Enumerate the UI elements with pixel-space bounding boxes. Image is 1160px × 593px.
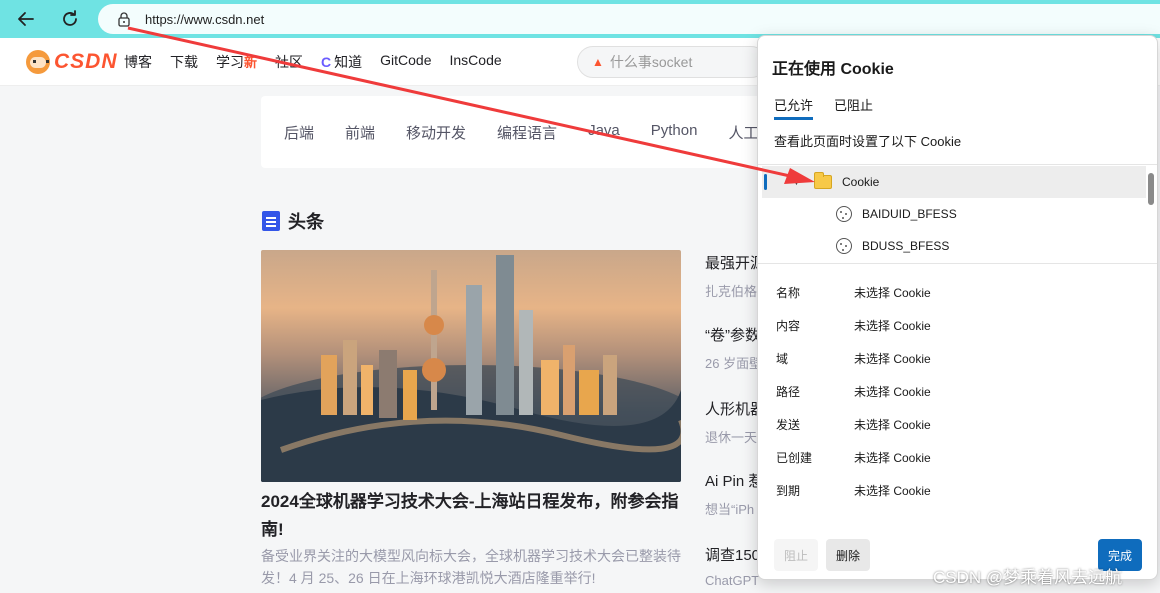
block-button[interactable]: 阻止 <box>774 539 818 571</box>
document-icon <box>262 211 280 231</box>
category-bar: 后端 前端 移动开发 编程语言 Java Python 人工 <box>261 96 781 168</box>
search-placeholder: 什么事socket <box>609 54 693 70</box>
news-title: “卷”参数 <box>705 327 760 344</box>
detail-key: 已创建 <box>776 451 813 465</box>
url-text: https://www.csdn.net <box>145 11 265 27</box>
cookie-tree: ▼ Cookie BAIDUID_BFESS BDUSS_BFESS <box>758 164 1157 264</box>
nav-item-zhidao[interactable]: C 知道 <box>321 52 362 72</box>
back-button[interactable] <box>11 4 41 34</box>
detail-value: 未选择 Cookie <box>854 319 931 333</box>
detail-key: 内容 <box>776 319 801 333</box>
nav-item-inscode[interactable]: InsCode <box>450 52 502 72</box>
cookie-icon <box>836 238 852 254</box>
category-item[interactable]: 前端 <box>345 122 375 143</box>
tree-item-cookie[interactable]: BDUSS_BFESS <box>762 230 1146 262</box>
tree-scrollbar[interactable] <box>1148 173 1154 205</box>
nav-item-gitcode[interactable]: GitCode <box>380 52 431 72</box>
nav-item-download[interactable]: 下载 <box>170 52 198 72</box>
dialog-title: 正在使用 Cookie <box>772 61 894 78</box>
tree-item-label: BDUSS_BFESS <box>862 239 950 253</box>
news-item[interactable]: 调查150 ChatGPT <box>705 544 765 588</box>
hero-description: 备受业界关注的大模型风向标大会，全球机器学习技术大会已整装待发！4 月 25、2… <box>261 548 681 586</box>
news-subtitle: 退休一天 <box>705 430 758 445</box>
delete-button[interactable]: 删除 <box>826 539 870 571</box>
nav-item-community[interactable]: 社区 <box>275 52 303 72</box>
cookie-icon <box>836 206 852 222</box>
refresh-icon <box>63 10 77 26</box>
tab-allowed[interactable]: 已允许 <box>774 95 814 120</box>
detail-key: 域 <box>776 352 789 366</box>
news-item[interactable]: 人形机器 退休一天 <box>705 398 765 446</box>
news-subtitle: 扎克伯格 <box>705 284 758 299</box>
csdn-logo[interactable]: CSDN <box>26 50 118 74</box>
news-subtitle: 想当“iPh <box>705 502 755 517</box>
category-item[interactable]: 编程语言 <box>497 122 557 143</box>
city-skyline-illustration <box>261 255 681 482</box>
news-title: 调查150 <box>705 547 761 564</box>
tree-item-cookie[interactable]: BAIDUID_BFESS <box>762 198 1146 230</box>
section-title-text: 头条 <box>288 212 324 232</box>
header-nav: 博客 下载 学习新 社区 C 知道 GitCode InsCode <box>124 52 520 72</box>
news-subtitle: ChatGPT <box>705 573 760 588</box>
nav-item-learn-label: 学习 <box>216 54 244 70</box>
arrow-left-icon <box>18 12 34 26</box>
nav-item-learn[interactable]: 学习新 <box>216 52 257 72</box>
section-title: 头条 <box>262 208 324 234</box>
news-item[interactable]: Ai Pin 惹 想当“iPh <box>705 470 765 518</box>
detail-value: 未选择 Cookie <box>854 451 931 465</box>
address-bar[interactable]: https://www.csdn.net <box>98 4 1160 34</box>
news-subtitle: 26 岁面壁 <box>705 356 763 371</box>
mascot-icon <box>26 50 50 74</box>
news-title: 最强开源 <box>705 255 765 272</box>
detail-value: 未选择 Cookie <box>854 385 931 399</box>
detail-key: 路径 <box>776 385 801 399</box>
detail-key: 名称 <box>776 286 801 300</box>
category-item[interactable]: Java <box>588 122 620 143</box>
watermark: CSDN @梦乘着风去远航 <box>933 568 1123 587</box>
caret-down-icon[interactable]: ▼ <box>792 177 801 187</box>
search-input[interactable]: ▲ 什么事socket <box>577 46 767 78</box>
detail-value: 未选择 Cookie <box>854 286 931 300</box>
tree-item-label: Cookie <box>842 175 880 189</box>
lock-icon[interactable] <box>116 11 132 27</box>
hero-image[interactable] <box>261 250 681 482</box>
detail-value: 未选择 Cookie <box>854 418 931 432</box>
tab-blocked[interactable]: 已阻止 <box>834 95 873 114</box>
detail-key: 到期 <box>776 484 801 498</box>
news-title: Ai Pin 惹 <box>705 473 764 490</box>
tree-item-cookie-folder[interactable]: ▼ Cookie <box>762 166 1146 198</box>
news-title: 人形机器 <box>705 401 765 418</box>
news-item[interactable]: 最强开源 扎克伯格 <box>705 252 765 300</box>
logo-wordmark: CSDN <box>54 50 118 73</box>
browser-toolbar: https://www.csdn.net <box>0 0 1160 38</box>
zhidao-icon: C <box>321 54 332 70</box>
nav-item-zhidao-label: 知道 <box>334 54 363 70</box>
refresh-button[interactable] <box>55 4 85 34</box>
new-badge: 新 <box>244 55 258 70</box>
hero-title[interactable]: 2024全球机器学习技术大会-上海站日程发布，附参会指南! <box>261 488 691 544</box>
category-item[interactable]: Python <box>651 122 698 143</box>
cookie-dialog: 正在使用 Cookie 已允许 已阻止 查看此页面时设置了以下 Cookie ▼… <box>757 35 1158 580</box>
detail-value: 未选择 Cookie <box>854 484 931 498</box>
category-item[interactable]: 人工 <box>728 122 758 143</box>
detail-value: 未选择 Cookie <box>854 352 931 366</box>
category-item[interactable]: 后端 <box>284 122 314 143</box>
fire-icon: ▲ <box>592 55 604 69</box>
category-item[interactable]: 移动开发 <box>406 122 466 143</box>
dialog-description: 查看此页面时设置了以下 Cookie <box>774 134 962 149</box>
news-item[interactable]: “卷”参数 26 岁面壁 <box>705 324 765 372</box>
tree-item-label: BAIDUID_BFESS <box>862 207 957 221</box>
folder-icon <box>814 172 832 189</box>
nav-item-blog[interactable]: 博客 <box>124 52 152 72</box>
detail-key: 发送 <box>776 418 801 432</box>
